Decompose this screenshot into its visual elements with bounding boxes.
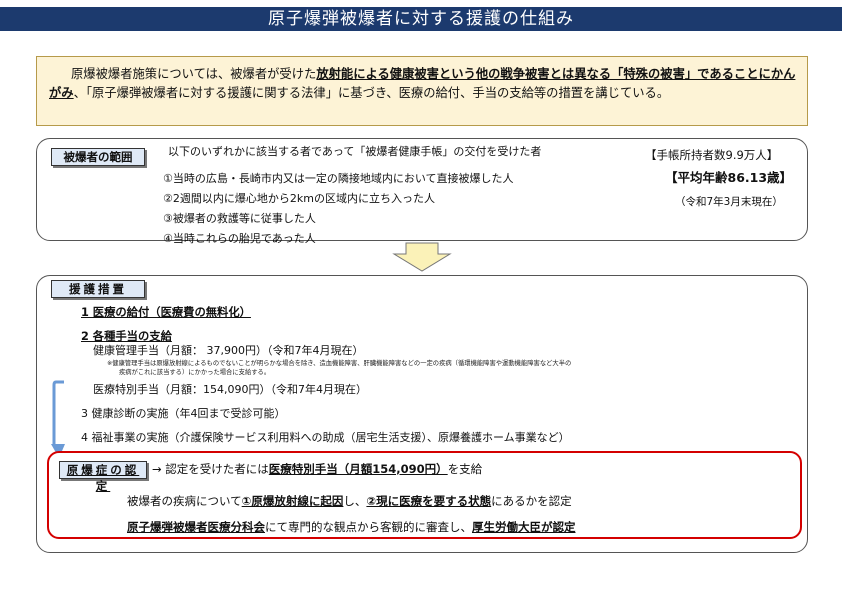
bracket-arrow-icon (51, 380, 65, 458)
health-management-allowance: 健康管理手当（月額： 37,900円）（令和7年4月現在） (93, 344, 364, 357)
measure-health-checkup: 3 健康診断の実施（年4回まで受診可能） (81, 407, 286, 420)
down-arrow-icon (392, 242, 452, 272)
certification-allowance: 医療特別手当（月額154,090円） (268, 462, 448, 476)
medical-special-allowance: 医療特別手当（月額：154,090円）（令和7年4月現在） (93, 383, 367, 396)
certification-label: 原爆症の認定 (59, 461, 147, 493)
allowance-note-line1: ※健康管理手当は原爆放射線によるものでないことが明らかな場合を除き、造血機能障害… (107, 360, 572, 367)
intro-text: 原爆被爆者施策については、被爆者が受けた (71, 67, 317, 81)
as-of-date: （令和7年3月末現在） (675, 196, 783, 208)
eligibility-item: ②2週間以内に爆心地から2kmの区域内に立ち入った人 (163, 192, 435, 205)
certification-criteria: 被爆者の疾病について①原爆放射線に起因し、②現に医療を要する状態にあるかを認定 (127, 494, 572, 508)
eligibility-section: 被爆者の範囲 以下のいずれかに該当する者であって「被爆者健康手帳」の交付を受けた… (36, 138, 808, 245)
page-title: 原子爆弾被爆者に対する援護の仕組み (0, 7, 842, 31)
eligibility-item: ①当時の広島・長崎市内又は一定の隣接地域内において直接被爆した人 (163, 172, 514, 185)
atomic-bomb-disease-certification: 原爆症の認定 → 認定を受けた者には医療特別手当（月額154,090円）を支給 … (47, 451, 802, 539)
measure-medical-care: 1 医療の給付（医療費の無料化） (81, 306, 251, 319)
eligibility-item: ④当時これらの胎児であった人 (163, 232, 316, 245)
support-measures-section: 援護措置 1 医療の給付（医療費の無料化） 2 各種手当の支給 健康管理手当（月… (36, 275, 808, 553)
holder-count: 【手帳所持者数9.9万人】 (645, 148, 779, 162)
eligibility-description: 以下のいずれかに該当する者であって「被爆者健康手帳」の交付を受けた者 (168, 145, 542, 158)
intro-box: 原爆被爆者施策については、被爆者が受けた放射能による健康被害という他の戦争被害と… (36, 56, 808, 126)
average-age: 【平均年齢86.13歳】 (665, 170, 793, 185)
certification-review: 原子爆弾被爆者医療分科会にて専門的な観点から客観的に審査し、厚生労働大臣が認定 (127, 520, 576, 534)
arrow-glyph: → (152, 462, 162, 476)
measure-welfare: 4 福祉事業の実施（介護保険サービス利用料への助成（居宅生活支援）、原爆養護ホー… (81, 431, 570, 444)
allowance-note-line2: 疾病がこれに該当する）にかかった場合に支給する。 (119, 369, 271, 376)
eligibility-label: 被爆者の範囲 (51, 148, 145, 166)
certification-summary: → 認定を受けた者には医療特別手当（月額154,090円）を支給 (152, 462, 483, 476)
eligibility-item: ③被爆者の救護等に従事した人 (163, 212, 316, 225)
intro-text-tail: 、「原子爆弾被爆者に対する援護に関する法律」に基づき、医療の給付、手当の支給等の… (73, 86, 670, 100)
support-measures-label: 援護措置 (51, 280, 145, 298)
eligibility-list: ①当時の広島・長崎市内又は一定の隣接地域内において直接被爆した人 ②2週間以内に… (163, 169, 514, 249)
